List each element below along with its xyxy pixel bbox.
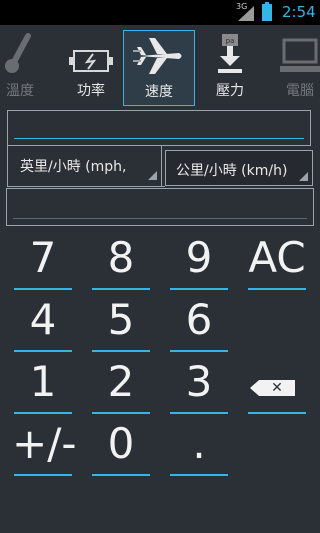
dropdown-arrow-icon bbox=[299, 172, 308, 181]
dropdown-arrow-icon bbox=[148, 171, 157, 180]
key-4[interactable]: 4 bbox=[12, 294, 74, 352]
tab-speed[interactable]: 速度 bbox=[123, 30, 195, 106]
key-1[interactable]: 1 bbox=[12, 356, 74, 414]
sign-toggle-button[interactable]: +/- bbox=[12, 418, 77, 476]
airplane-icon bbox=[124, 31, 194, 77]
input-value-field[interactable] bbox=[7, 110, 311, 146]
tab-pressure[interactable]: pa 壓力 bbox=[194, 30, 266, 106]
key-9[interactable]: 9 bbox=[168, 232, 230, 290]
key-2[interactable]: 2 bbox=[90, 356, 152, 414]
key-6[interactable]: 6 bbox=[168, 294, 230, 352]
key-8[interactable]: 8 bbox=[90, 232, 152, 290]
tab-temperature[interactable]: 溫度 bbox=[0, 30, 56, 106]
battery-status-icon bbox=[262, 2, 272, 21]
clock: 2:54 bbox=[282, 3, 316, 21]
key-0[interactable]: 0 bbox=[90, 418, 152, 476]
category-tabs: 溫度 功率 速度 pa 壓力 電腦 bbox=[0, 26, 320, 108]
tab-computer[interactable]: 電腦 bbox=[264, 30, 320, 106]
key-5[interactable]: 5 bbox=[90, 294, 152, 352]
battery-icon bbox=[55, 30, 127, 76]
key-3[interactable]: 3 bbox=[168, 356, 230, 414]
clear-all-button[interactable]: AC bbox=[246, 232, 308, 290]
result-value-field bbox=[6, 188, 314, 226]
from-unit-spinner[interactable]: 英里/小時 (mph, bbox=[13, 148, 161, 184]
to-unit-spinner[interactable]: 公里/小時 (km/h) bbox=[165, 150, 313, 186]
backspace-button[interactable]: ✕ bbox=[246, 356, 308, 414]
pressure-icon: pa bbox=[194, 30, 266, 76]
status-bar: 3G 2:54 bbox=[0, 0, 320, 25]
thermometer-icon bbox=[0, 30, 56, 76]
signal-icon bbox=[238, 6, 254, 21]
tab-power[interactable]: 功率 bbox=[55, 30, 127, 106]
key-7[interactable]: 7 bbox=[12, 232, 74, 290]
converter-panel: 英里/小時 (mph, 公里/小時 (km/h) bbox=[5, 108, 315, 228]
decimal-point-button[interactable]: . bbox=[168, 418, 230, 476]
backspace-icon: ✕ bbox=[250, 380, 295, 396]
computer-icon bbox=[264, 30, 320, 76]
svg-text:pa: pa bbox=[226, 37, 235, 45]
